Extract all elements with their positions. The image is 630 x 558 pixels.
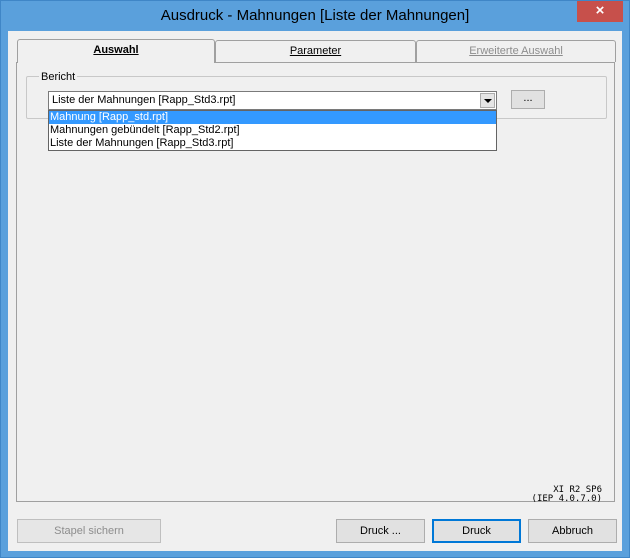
- tab-auswahl[interactable]: Auswahl: [17, 39, 215, 63]
- stapel-sichern-button[interactable]: Stapel sichern: [17, 519, 161, 543]
- version-info: XI R2 SP6 (IEP 4.0.7.0): [532, 486, 602, 504]
- tab-parameter[interactable]: Parameter: [215, 40, 416, 62]
- tab-label: Auswahl: [93, 44, 139, 56]
- combobox-value: Liste der Mahnungen [Rapp_Std3.rpt]: [52, 94, 236, 106]
- abbruch-button[interactable]: Abbruch: [528, 519, 617, 543]
- version-line: (IEP 4.0.7.0): [531, 494, 602, 504]
- bericht-dropdown-list: Mahnung [Rapp_std.rpt] Mahnungen gebünde…: [48, 110, 497, 151]
- tab-label: Parameter: [289, 45, 342, 57]
- druck-button[interactable]: Druck: [432, 519, 521, 543]
- bericht-combobox[interactable]: Liste der Mahnungen [Rapp_Std3.rpt]: [48, 91, 497, 110]
- dropdown-option[interactable]: Mahnung [Rapp_std.rpt]: [49, 111, 496, 124]
- tab-label: Erweiterte Auswahl: [469, 45, 563, 57]
- close-icon: ×: [595, 2, 605, 19]
- dropdown-option[interactable]: Mahnungen gebündelt [Rapp_Std2.rpt]: [49, 124, 496, 137]
- dropdown-option[interactable]: Liste der Mahnungen [Rapp_Std3.rpt]: [49, 137, 496, 150]
- dialog-client-area: Auswahl Parameter Erweiterte Auswahl Ber…: [8, 31, 622, 551]
- chevron-down-icon[interactable]: [480, 93, 495, 108]
- bericht-group-label: Bericht: [39, 71, 78, 83]
- dialog-window: Ausdruck - Mahnungen [Liste der Mahnunge…: [0, 0, 630, 558]
- druck-dialog-button[interactable]: Druck ...: [336, 519, 425, 543]
- window-title: Ausdruck - Mahnungen [Liste der Mahnunge…: [160, 7, 470, 24]
- title-bar[interactable]: Ausdruck - Mahnungen [Liste der Mahnunge…: [1, 1, 629, 31]
- close-button[interactable]: ×: [577, 1, 623, 22]
- browse-button[interactable]: ...: [511, 90, 545, 109]
- tab-erweiterte-auswahl[interactable]: Erweiterte Auswahl: [416, 40, 616, 62]
